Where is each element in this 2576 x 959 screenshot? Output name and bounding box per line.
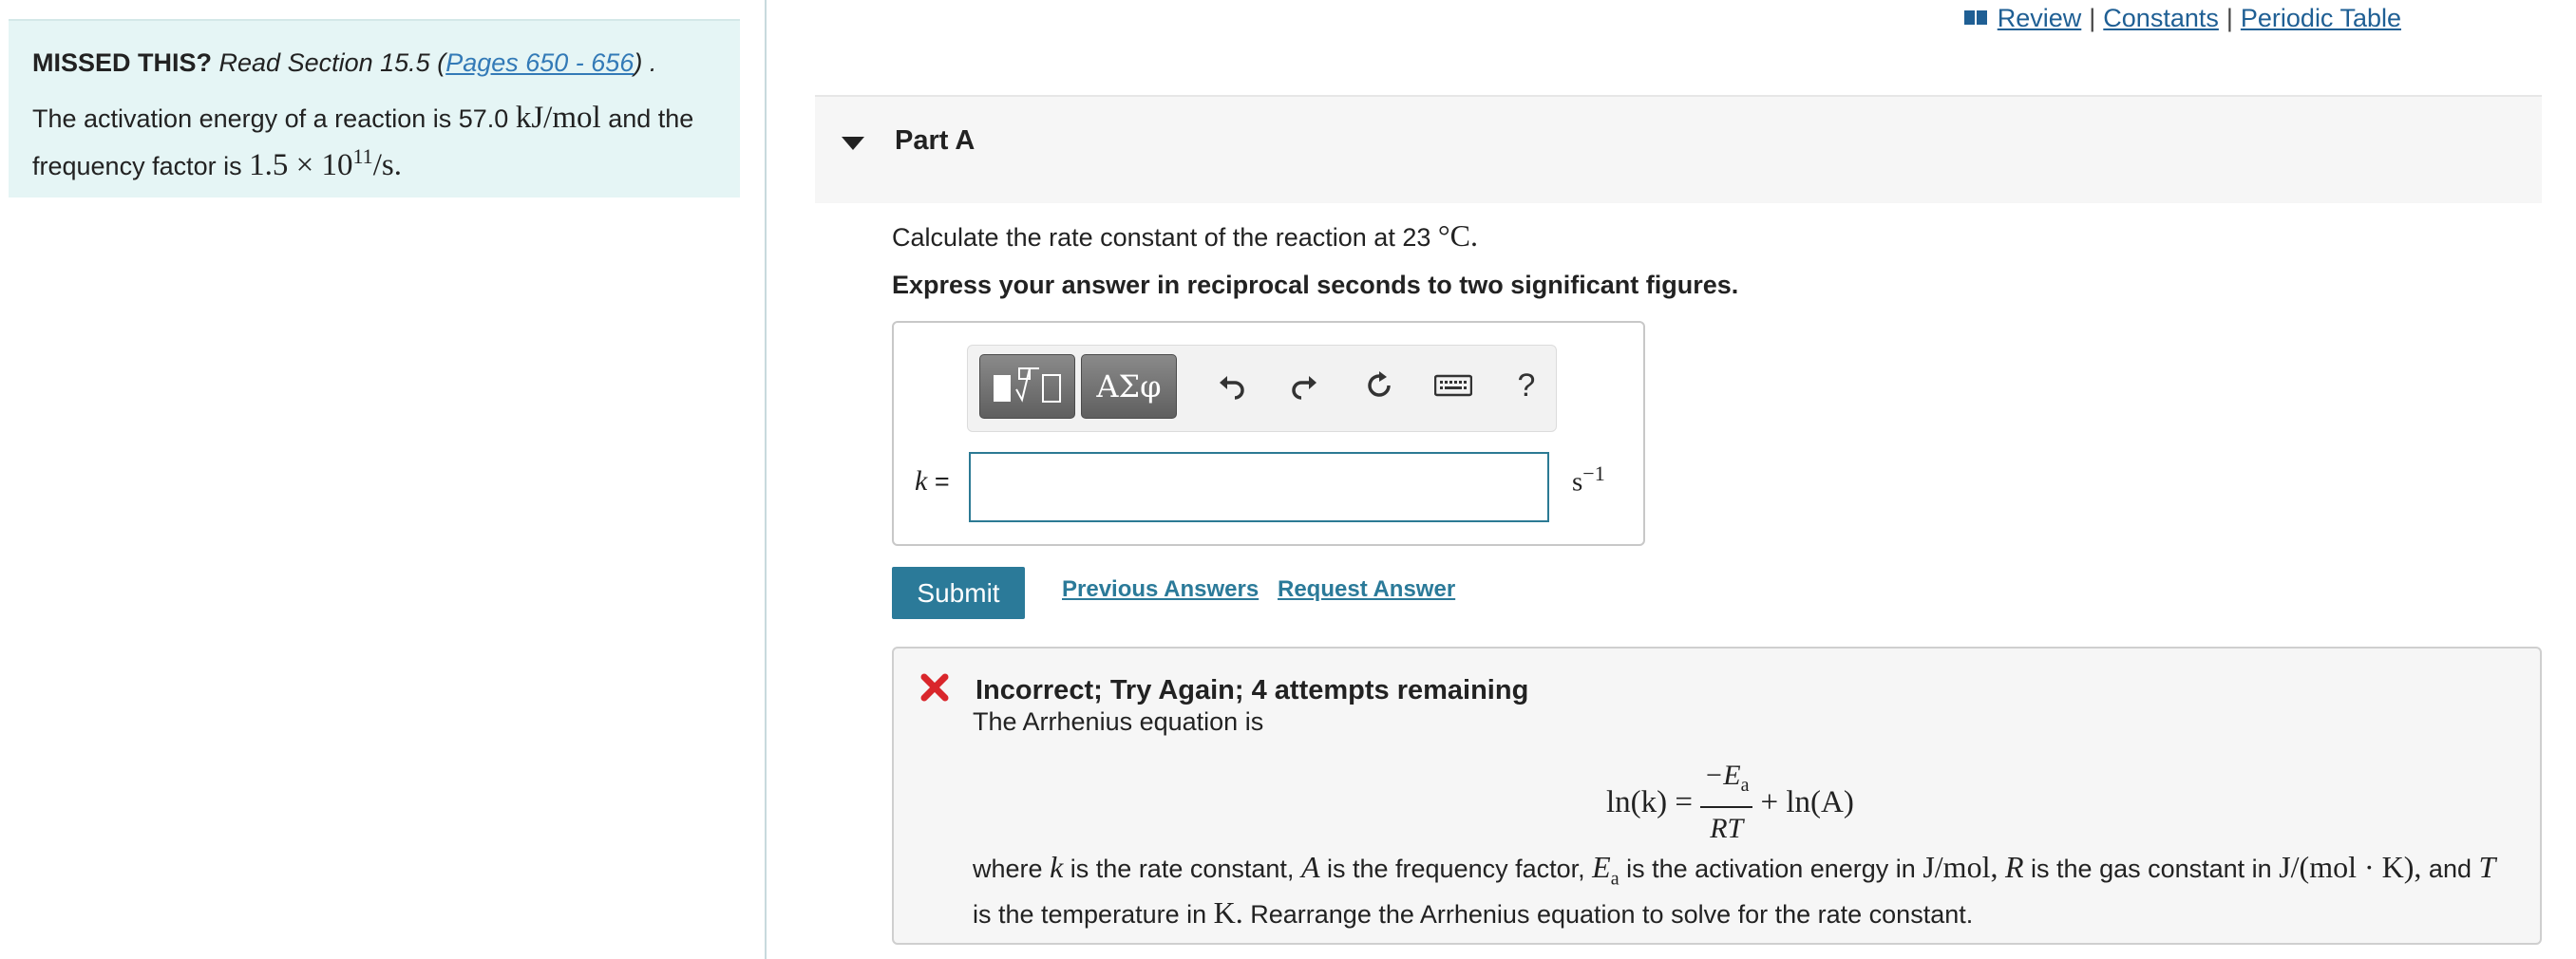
read-section-end: ) . <box>634 48 657 77</box>
reset-icon[interactable] <box>1358 365 1400 406</box>
part-title: Part A <box>895 125 975 156</box>
request-answer-link[interactable]: Request Answer <box>1278 576 1455 603</box>
submit-button[interactable]: Submit <box>892 567 1025 619</box>
pages-link[interactable]: Pages 650 - 656 <box>445 48 634 77</box>
equation-lhs: ln(k) = <box>1606 784 1694 819</box>
book-icon <box>1963 4 1988 33</box>
incorrect-x-icon <box>920 673 949 706</box>
read-section-text: Read Section 15.5 ( <box>218 48 446 77</box>
feedback-title: Incorrect; Try Again; 4 attempts remaini… <box>975 675 1529 705</box>
collapse-caret-icon[interactable] <box>842 137 864 150</box>
undo-icon[interactable] <box>1210 365 1252 406</box>
help-button[interactable]: ? <box>1506 365 1547 406</box>
activation-energy-unit: kJ/mol <box>515 101 601 135</box>
templates-icon <box>994 367 1061 403</box>
missed-this-label: MISSED THIS? <box>32 48 213 77</box>
frequency-factor: 1.5 × 1011/s. <box>249 144 402 182</box>
answer-variable-label: k = <box>915 465 950 497</box>
templates-button[interactable] <box>979 354 1075 419</box>
keyboard-icon[interactable] <box>1432 365 1474 406</box>
constants-link[interactable]: Constants <box>2103 4 2219 33</box>
greek-symbols-button[interactable]: ΑΣφ <box>1081 354 1177 419</box>
link-separator: | <box>2089 4 2096 32</box>
periodic-table-link[interactable]: Periodic Table <box>2241 4 2401 33</box>
answer-unit: s−1 <box>1572 461 1605 498</box>
answer-instruction: Express your answer in reciprocal second… <box>892 271 1739 299</box>
feedback-intro: The Arrhenius equation is <box>973 707 1264 736</box>
review-link[interactable]: Review <box>1998 4 2082 33</box>
problem-text-1: The activation energy of a reaction is 5… <box>32 104 509 133</box>
missed-this-panel: MISSED THIS? Read Section 15.5 (Pages 65… <box>9 19 740 197</box>
previous-answers-link[interactable]: Previous Answers <box>1062 576 1259 603</box>
panel-divider <box>765 0 767 959</box>
equation-rhs: + ln(A) <box>1760 784 1854 819</box>
question-text: Calculate the rate constant of the react… <box>892 218 1479 253</box>
equation-fraction: −Ea RT <box>1700 759 1753 846</box>
feedback-explanation: where k is the rate constant, A is the f… <box>973 850 2496 931</box>
part-a-header[interactable]: Part A <box>815 95 2542 203</box>
redo-icon[interactable] <box>1284 365 1326 406</box>
missed-this-line: MISSED THIS? Read Section 15.5 (Pages 65… <box>32 44 740 82</box>
link-separator: | <box>2226 4 2233 32</box>
arrhenius-equation: ln(k) = −Ea RT + ln(A) <box>1606 755 1854 850</box>
feedback-panel: Incorrect; Try Again; 4 attempts remaini… <box>892 647 2542 945</box>
answer-box: ΑΣφ ? k = s−1 <box>892 321 1645 546</box>
temperature-unit: °C. <box>1437 218 1479 253</box>
answer-input[interactable] <box>969 452 1549 522</box>
problem-statement: The activation energy of a reaction is 5… <box>32 99 740 185</box>
math-toolbar: ΑΣφ ? <box>967 345 1557 432</box>
resource-links: Review | Constants | Periodic Table <box>1963 4 2401 33</box>
